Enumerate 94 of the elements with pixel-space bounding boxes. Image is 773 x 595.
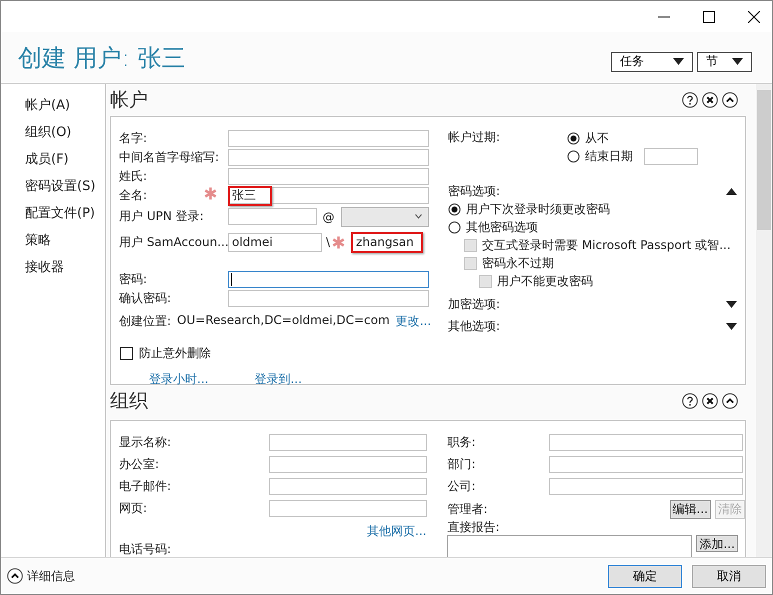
expand-icon[interactable] [726, 300, 737, 308]
help-icon[interactable] [682, 92, 698, 108]
radio-button[interactable] [448, 220, 461, 234]
dropdown-button[interactable]: 任务 [611, 52, 693, 72]
checkbox[interactable] [120, 347, 133, 360]
close-icon[interactable] [702, 393, 718, 409]
radio-button[interactable] [567, 150, 580, 162]
close-icon[interactable] [748, 10, 760, 22]
field-label: 电话号码: [119, 542, 172, 556]
nav-link[interactable]: 帐户(A) [25, 92, 105, 119]
text-field[interactable] [549, 456, 743, 472]
dropdown[interactable] [340, 206, 429, 226]
button[interactable]: 编辑... [670, 500, 711, 518]
text-field[interactable] [549, 478, 743, 494]
collapse-icon[interactable] [722, 393, 738, 409]
field-label: 密码: [119, 271, 148, 288]
close-icon[interactable] [702, 92, 718, 108]
date-field[interactable] [644, 148, 698, 164]
change-link[interactable]: 更改... [396, 313, 432, 330]
field-label: 办公室: [119, 456, 160, 472]
scrollbar[interactable] [756, 84, 772, 557]
text-field[interactable] [549, 434, 743, 450]
text-field[interactable]: 张三 [228, 187, 429, 204]
checkbox-label: 防止意外删除 [139, 345, 211, 362]
field-label: 管理者: [447, 500, 489, 518]
location-text: OU=Research,DC=oldmei,DC=com [177, 313, 390, 329]
dialog-title: 创建 用户: 张三 [18, 42, 186, 74]
field-label: 显示名称: [119, 434, 172, 450]
checkbox-label: 交互式登录时需要 Microsoft Passport 或智... [482, 236, 731, 254]
group-label: 加密选项: [448, 296, 500, 312]
password-field[interactable] [228, 271, 429, 288]
password-field[interactable] [228, 290, 429, 307]
section-title: 帐户 [110, 88, 148, 113]
field-label: 部门: [447, 456, 477, 472]
text-field[interactable] [228, 168, 429, 185]
field-label: 中间名首字母缩写: [119, 149, 220, 166]
field-label: 全名: [119, 187, 148, 204]
caret-icon [673, 58, 684, 65]
chevron-icon [415, 214, 422, 219]
checkbox-label: 用户不能更改密码 [497, 272, 593, 290]
caret-icon [732, 58, 743, 65]
field-label: 创建位置: [119, 313, 172, 330]
ok-button[interactable]: 确定 [608, 564, 682, 588]
field-label: 名字: [119, 130, 148, 147]
text-field[interactable] [268, 500, 426, 516]
radio-button[interactable] [567, 132, 580, 144]
collapse-icon[interactable] [722, 92, 738, 108]
nav-link[interactable]: 组织(O) [25, 119, 105, 146]
nav-link[interactable]: 成员(F) [25, 146, 105, 173]
collapse-icon[interactable] [726, 188, 737, 195]
nav-link[interactable]: 接收器 [25, 254, 105, 281]
link[interactable]: 其他网页... [367, 523, 426, 540]
text-field[interactable] [228, 149, 429, 166]
dropdown-button[interactable]: 节 [697, 52, 752, 72]
checkbox-label: 密码永不过期 [482, 254, 554, 272]
collapse-icon [7, 568, 23, 584]
field-label: 用户 UPN 登录: [119, 208, 205, 225]
link[interactable]: 登录到... [254, 371, 302, 388]
field-label: 网页: [119, 500, 148, 516]
text-field[interactable] [228, 130, 429, 147]
radio-button[interactable] [448, 202, 461, 216]
text-field[interactable] [268, 478, 426, 494]
field-label: 公司: [447, 478, 477, 494]
group-label: 其他选项: [448, 318, 500, 334]
group-label: 密码选项: [448, 183, 500, 200]
separator-text: \ [326, 235, 330, 249]
field-label: 电子邮件: [119, 478, 172, 494]
details-toggle[interactable]: 详细信息 [7, 568, 75, 584]
text-field[interactable] [268, 456, 426, 472]
link[interactable]: 登录小时... [149, 371, 208, 388]
text-field[interactable]: oldmei [228, 232, 322, 252]
section-title: 组织 [110, 389, 148, 414]
text-field[interactable] [228, 208, 316, 225]
radio-label: 从不 [585, 130, 609, 146]
field-label: 确认密码: [119, 290, 172, 307]
field-label: 帐户过期: [448, 129, 502, 146]
add-button[interactable]: 添加... [696, 535, 738, 552]
radio-label: 其他密码选项 [466, 218, 538, 236]
cancel-button[interactable]: 取消 [692, 564, 766, 588]
nav-link[interactable]: 策略 [25, 227, 105, 254]
help-icon[interactable] [682, 393, 698, 409]
nav-link[interactable]: 配置文件(P) [25, 200, 105, 227]
expand-icon[interactable] [726, 322, 737, 330]
field-label: 直接报告: [447, 520, 501, 534]
maximize-icon[interactable] [703, 10, 715, 22]
radio-label: 结束日期 [585, 148, 633, 164]
field-label: 职务: [447, 434, 477, 450]
nav-link[interactable]: 密码设置(S) [25, 173, 105, 200]
text-field[interactable] [268, 434, 426, 450]
field-label: 用户 SamAccoun... [119, 234, 228, 250]
field-label: 姓氏: [119, 168, 148, 185]
text-field[interactable]: zhangsan [351, 232, 424, 252]
radio-label: 用户下次登录时须更改密码 [466, 200, 610, 218]
separator-text: @ [322, 210, 334, 224]
